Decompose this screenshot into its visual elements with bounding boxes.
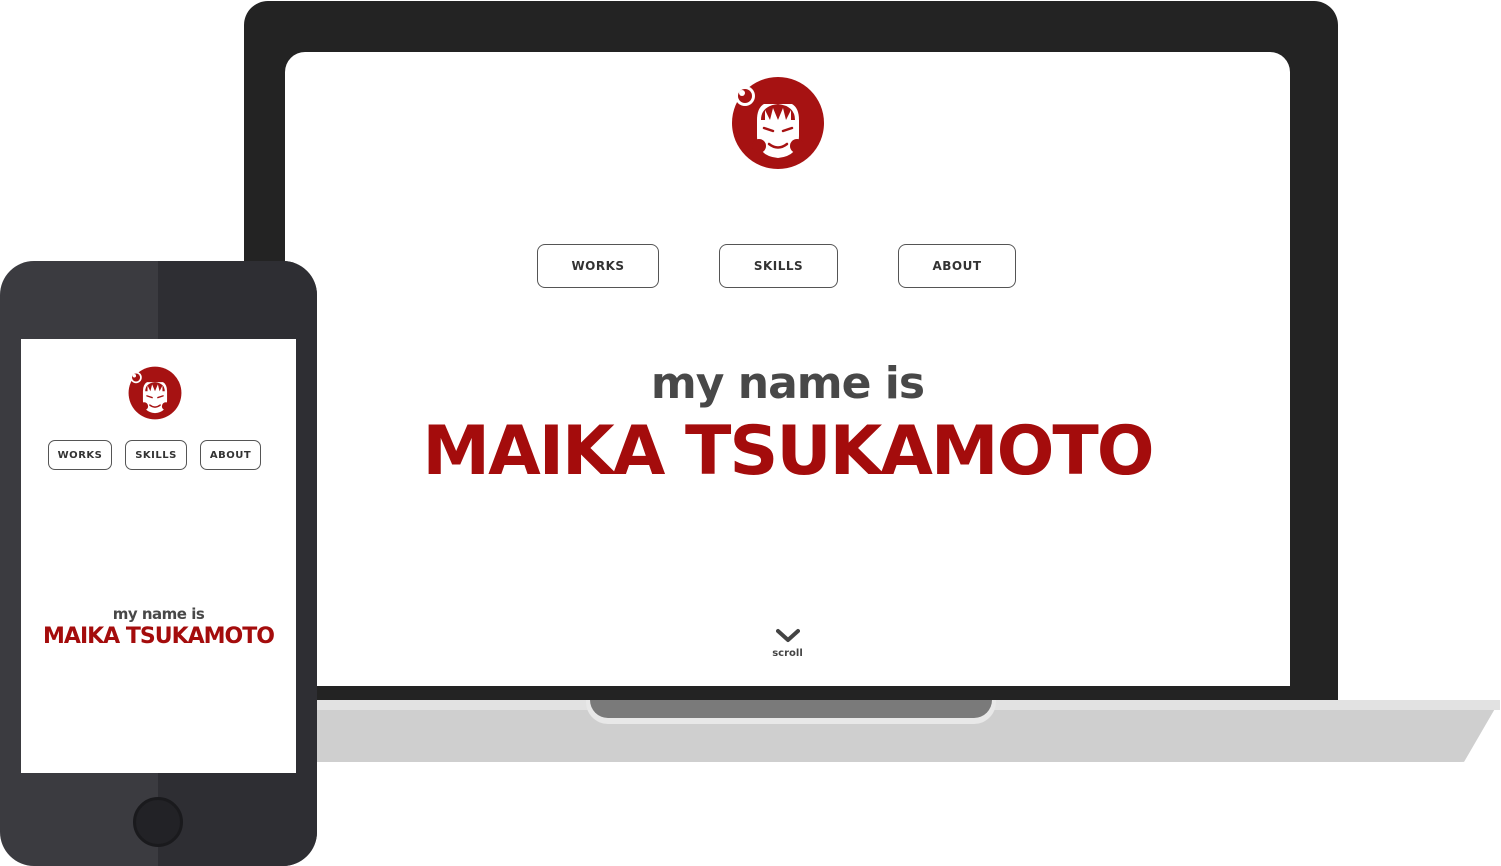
scroll-label: scroll (772, 648, 803, 659)
scroll-indicator[interactable]: scroll (285, 628, 1290, 659)
intro-text: my name is (650, 358, 925, 409)
nav-skills-button[interactable]: SKILLS (125, 440, 187, 470)
laptop-trackpad-notch (590, 700, 992, 718)
nav-about-button[interactable]: ABOUT (898, 244, 1016, 288)
girl-face-logo-icon[interactable] (128, 366, 182, 420)
hero-name: MAIKA TSUKAMOTO (422, 412, 1154, 491)
phone-screen: WORKS SKILLS ABOUT my name is MAIKA TSUK… (21, 339, 296, 773)
nav-skills-button[interactable]: SKILLS (719, 244, 838, 288)
nav-works-button[interactable]: WORKS (537, 244, 659, 288)
girl-face-logo-icon[interactable] (731, 76, 825, 170)
nav-about-button[interactable]: ABOUT (200, 440, 261, 470)
nav-works-button[interactable]: WORKS (48, 440, 112, 470)
chevron-down-icon (775, 629, 800, 642)
intro-text: my name is (112, 605, 205, 623)
device-mockup: WORKS SKILLS ABOUT my name is MAIKA TSUK… (0, 0, 1501, 866)
home-button[interactable] (133, 797, 183, 847)
hero-name: MAIKA TSUKAMOTO (43, 624, 275, 649)
laptop-screen: WORKS SKILLS ABOUT my name is MAIKA TSUK… (285, 52, 1290, 686)
